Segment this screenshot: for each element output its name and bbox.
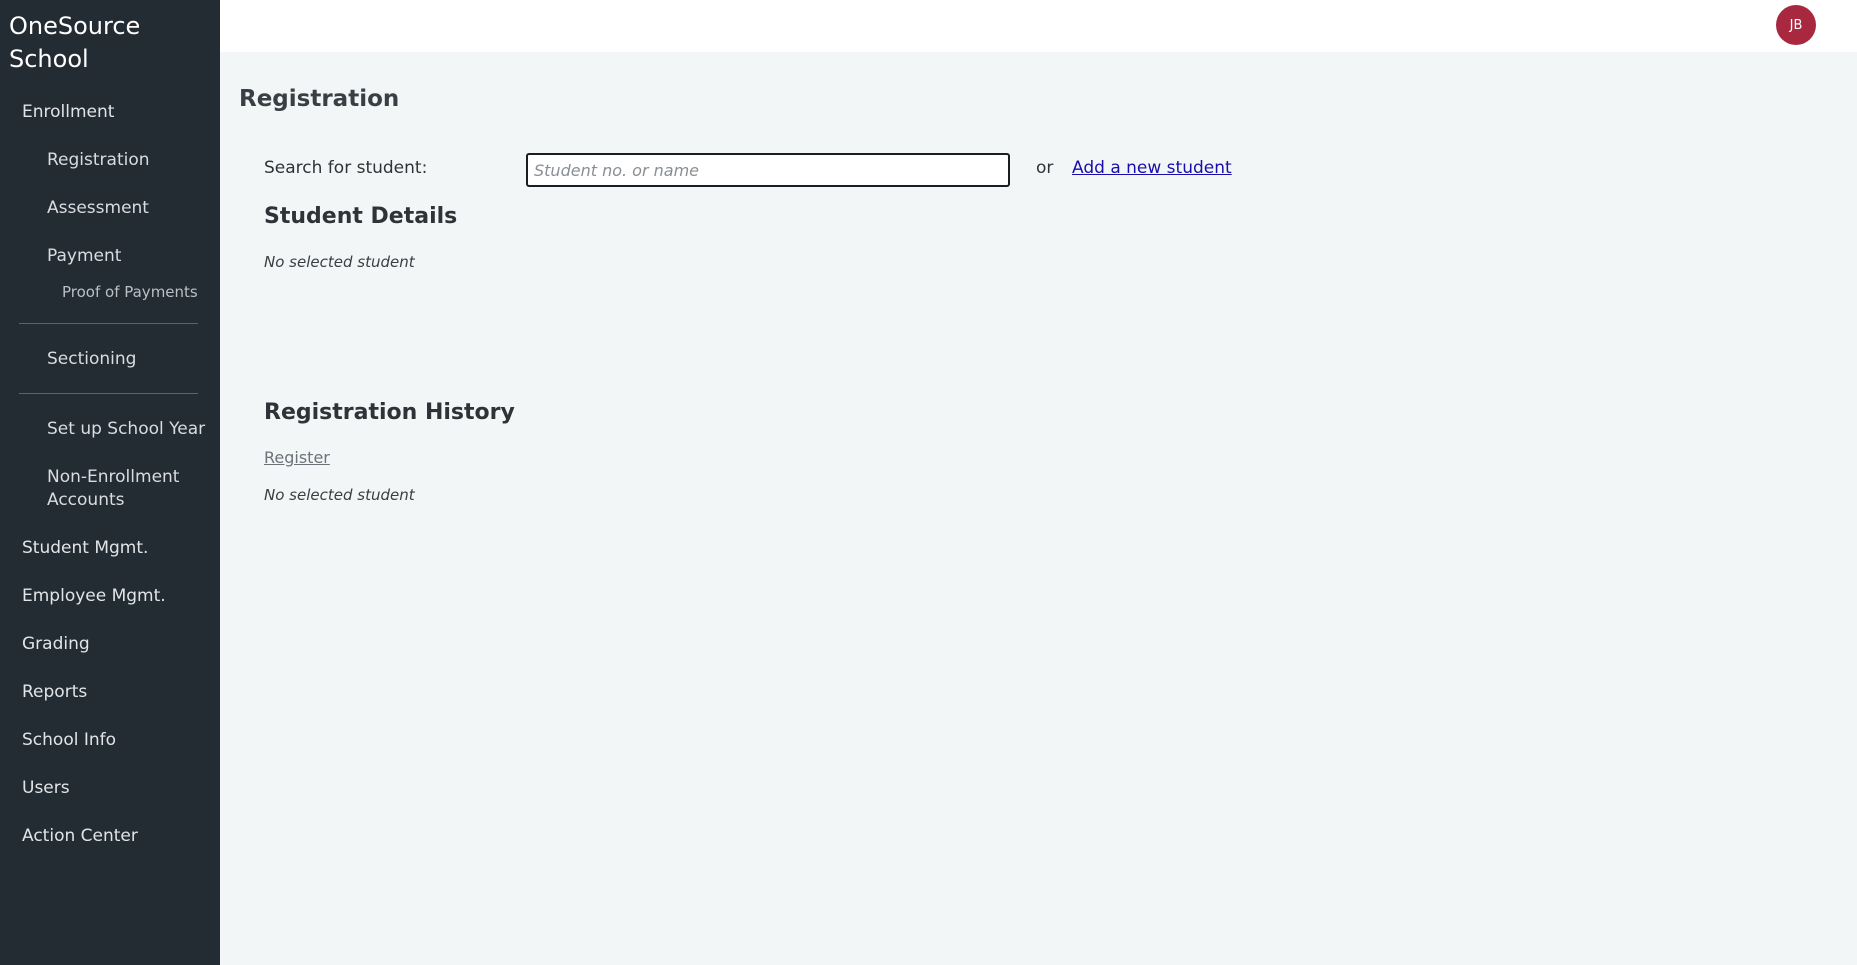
sidebar-item-setup-school-year[interactable]: Set up School Year	[47, 418, 205, 441]
registration-history-empty-text: No selected student	[264, 486, 415, 504]
sidebar-item-enrollment[interactable]: Enrollment	[22, 101, 114, 124]
sidebar-item-sectioning[interactable]: Sectioning	[47, 348, 136, 371]
or-separator: or	[1036, 158, 1054, 178]
student-details-empty-text: No selected student	[264, 253, 415, 271]
sidebar-item-student-mgmt[interactable]: Student Mgmt.	[22, 537, 148, 560]
register-link[interactable]: Register	[264, 448, 330, 467]
sidebar-divider	[19, 393, 198, 394]
registration-history-heading: Registration History	[264, 400, 515, 425]
sidebar-item-registration[interactable]: Registration	[47, 149, 150, 172]
student-details-heading: Student Details	[264, 204, 458, 229]
sidebar-item-payment[interactable]: Payment	[47, 245, 121, 268]
sidebar-item-assessment[interactable]: Assessment	[47, 197, 149, 220]
sidebar-item-grading[interactable]: Grading	[22, 633, 90, 656]
student-search-input[interactable]	[526, 153, 1010, 187]
search-label: Search for student:	[264, 158, 428, 178]
sidebar-item-users[interactable]: Users	[22, 777, 70, 800]
user-avatar[interactable]: JB	[1776, 5, 1816, 45]
sidebar: OneSource School Enrollment Registration…	[0, 0, 220, 965]
sidebar-item-action-center[interactable]: Action Center	[22, 825, 138, 848]
top-bar	[220, 0, 1857, 52]
app-brand[interactable]: OneSource School	[9, 10, 209, 76]
sidebar-divider	[19, 323, 198, 324]
sidebar-item-reports[interactable]: Reports	[22, 681, 87, 704]
sidebar-item-proof-of-payments[interactable]: Proof of Payments	[62, 281, 198, 304]
sidebar-item-school-info[interactable]: School Info	[22, 729, 116, 752]
page-title: Registration	[239, 86, 400, 112]
add-new-student-link[interactable]: Add a new student	[1072, 158, 1232, 178]
sidebar-item-employee-mgmt[interactable]: Employee Mgmt.	[22, 585, 166, 608]
sidebar-item-non-enrollment-accounts[interactable]: Non-Enrollment Accounts	[47, 466, 197, 512]
